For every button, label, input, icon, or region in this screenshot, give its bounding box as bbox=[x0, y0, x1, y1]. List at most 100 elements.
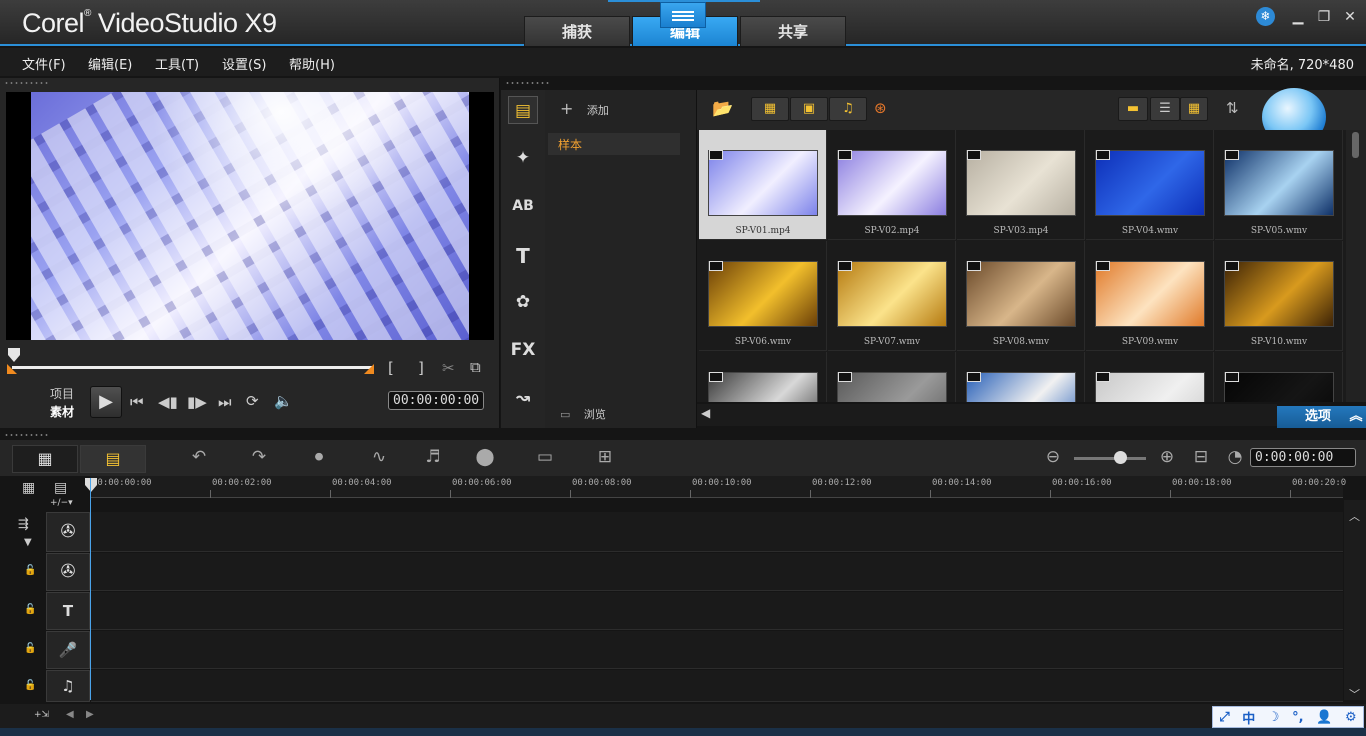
timeline-ruler[interactable]: 00:00:00:00 00:00:02:00 00:00:04:00 00:00:0… bbox=[90, 476, 1346, 498]
enlarge-preview-icon[interactable]: ⧉ bbox=[470, 358, 481, 376]
library-thumbnail[interactable]: SP-V06.wmv bbox=[699, 241, 827, 351]
storyboard-view-icon[interactable]: ▦ bbox=[12, 445, 78, 473]
clip-mode-label[interactable]: 素材 bbox=[50, 403, 74, 420]
library-thumbnail[interactable] bbox=[957, 352, 1085, 402]
mark-in-button[interactable]: [ bbox=[388, 359, 394, 377]
sort-icon[interactable]: ⇅ bbox=[1226, 99, 1239, 117]
library-thumbnail[interactable] bbox=[699, 352, 827, 402]
title-icon[interactable]: T bbox=[508, 242, 538, 270]
menu-file[interactable]: 文件(F) bbox=[22, 54, 66, 73]
graphic-icon[interactable]: ✿ bbox=[508, 288, 538, 316]
menu-help[interactable]: 帮助(H) bbox=[289, 54, 335, 73]
scrubber-track[interactable] bbox=[12, 366, 372, 369]
video-track-lane[interactable] bbox=[91, 512, 1343, 552]
add-content-icon[interactable]: ⊛ bbox=[874, 99, 887, 117]
library-hscrollbar[interactable]: ◀ bbox=[697, 404, 1277, 426]
mode-menu-icon[interactable] bbox=[660, 2, 706, 28]
panel-grip[interactable] bbox=[4, 433, 50, 437]
go-end-icon[interactable]: ⏭ bbox=[218, 393, 232, 411]
fit-project-icon[interactable]: ⊟ bbox=[1188, 447, 1214, 471]
path-icon[interactable]: ↝ bbox=[508, 384, 538, 412]
view-thumbnail-icon[interactable]: ▬ bbox=[1118, 97, 1148, 121]
show-photo-icon[interactable]: ▣ bbox=[790, 97, 828, 121]
title-track-lane[interactable] bbox=[91, 592, 1343, 630]
panel-grip[interactable] bbox=[4, 81, 50, 85]
ime-lang[interactable]: 中 bbox=[1242, 708, 1255, 727]
library-thumbnail[interactable]: SP-V01.mp4 bbox=[699, 130, 827, 240]
zoom-slider[interactable] bbox=[1074, 457, 1146, 460]
duration-icon[interactable]: ◔ bbox=[1222, 447, 1248, 471]
timeline-view-icon[interactable]: ▤ bbox=[80, 445, 146, 473]
browse-button[interactable]: ▭ 浏览 bbox=[560, 406, 606, 422]
transition-icon[interactable]: AB bbox=[508, 192, 538, 220]
lock-icon[interactable]: 🔓 bbox=[24, 643, 36, 654]
timeline-timecode[interactable]: 0:00:00:00 bbox=[1250, 448, 1356, 467]
timeline-scrollbar[interactable]: ︿ ﹀ bbox=[1344, 500, 1366, 701]
library-thumbnail[interactable]: SP-V09.wmv bbox=[1086, 241, 1214, 351]
next-frame-icon[interactable]: ▮▶ bbox=[187, 393, 207, 411]
prev-frame-icon[interactable]: ◀▮ bbox=[158, 393, 178, 411]
scroll-up-icon[interactable]: ︿ bbox=[1349, 508, 1360, 524]
filter-icon[interactable]: FX bbox=[508, 336, 538, 364]
ime-mode-icon[interactable]: ⤢ bbox=[1219, 710, 1229, 725]
go-start-icon[interactable]: ⏮ bbox=[130, 393, 144, 411]
add-remove-track-icon[interactable]: +/−▾ bbox=[50, 498, 73, 508]
library-thumbnail[interactable]: SP-V07.wmv bbox=[828, 241, 956, 351]
overlay-track-icon[interactable]: ✇ bbox=[46, 553, 90, 591]
multi-camera-icon[interactable]: ⊞ bbox=[592, 447, 618, 471]
subtitle-editor-icon[interactable]: ▭ bbox=[532, 447, 558, 471]
restore-icon[interactable]: ❐ bbox=[1314, 9, 1334, 25]
snowflake-icon[interactable]: ❄ bbox=[1256, 7, 1275, 26]
lock-icon[interactable]: 🔓 bbox=[24, 604, 36, 615]
gear-icon[interactable]: ⚙ bbox=[1345, 710, 1357, 725]
library-thumbnail[interactable]: SP-V03.mp4 bbox=[957, 130, 1085, 240]
chapter-point-icon[interactable]: ▤ bbox=[54, 480, 67, 496]
tab-share[interactable]: 共享 bbox=[740, 16, 846, 46]
mark-out-icon[interactable] bbox=[364, 364, 374, 374]
mark-out-button[interactable]: ] bbox=[418, 359, 424, 377]
panel-grip[interactable] bbox=[505, 81, 551, 85]
options-button[interactable]: 选项 ︽ bbox=[1277, 406, 1366, 428]
view-grid-icon[interactable]: ▦ bbox=[1180, 97, 1208, 121]
ripple-editing-icon[interactable]: ⇶ bbox=[18, 517, 29, 532]
player-timecode[interactable]: 00:00:00:00 bbox=[388, 391, 485, 410]
library-thumbnail[interactable] bbox=[1215, 352, 1343, 402]
lock-icon[interactable]: 🔓 bbox=[24, 565, 36, 576]
mark-in-icon[interactable] bbox=[7, 364, 17, 374]
instant-project-icon[interactable]: ✦ bbox=[508, 144, 538, 172]
library-thumbnail[interactable]: SP-V04.wmv bbox=[1086, 130, 1214, 240]
music-track-icon[interactable]: ♫ bbox=[46, 670, 90, 702]
zoom-in-icon[interactable]: ⊕ bbox=[1154, 447, 1180, 471]
user-icon[interactable]: 👤 bbox=[1316, 710, 1332, 725]
playhead-marker-icon[interactable] bbox=[85, 478, 97, 492]
view-list-icon[interactable]: ☰ bbox=[1150, 97, 1180, 121]
overlay-track-lane[interactable] bbox=[91, 553, 1343, 591]
folder-item-sample[interactable]: 样本 bbox=[548, 133, 680, 155]
library-thumbnail[interactable]: SP-V08.wmv bbox=[957, 241, 1085, 351]
import-folder-icon[interactable]: 📂 bbox=[712, 99, 733, 119]
lock-icon[interactable]: 🔓 bbox=[24, 680, 36, 691]
menu-edit[interactable]: 编辑(E) bbox=[88, 54, 132, 73]
minimize-icon[interactable]: ▁ bbox=[1288, 9, 1308, 25]
tab-capture[interactable]: 捕获 bbox=[524, 16, 630, 46]
punct-icon[interactable]: °, bbox=[1292, 710, 1303, 725]
show-video-icon[interactable]: ▦ bbox=[751, 97, 789, 121]
media-icon[interactable]: ▤ bbox=[508, 96, 538, 124]
show-audio-icon[interactable]: ♫ bbox=[829, 97, 867, 121]
voice-track-lane[interactable] bbox=[91, 631, 1343, 669]
track-manager-icon[interactable]: ▦ bbox=[22, 480, 35, 496]
zoom-slider-knob[interactable] bbox=[1114, 451, 1127, 464]
split-clip-icon[interactable]: ✂ bbox=[442, 359, 455, 377]
library-thumbnail[interactable]: SP-V05.wmv bbox=[1215, 130, 1343, 240]
scroll-left-icon[interactable]: ◀ bbox=[701, 406, 710, 420]
library-scrollbar[interactable] bbox=[1346, 130, 1366, 402]
music-track-lane[interactable] bbox=[91, 670, 1343, 702]
library-thumbnail[interactable]: SP-V02.mp4 bbox=[828, 130, 956, 240]
library-thumbnail[interactable]: SP-V10.wmv bbox=[1215, 241, 1343, 351]
play-button[interactable]: ▶ bbox=[90, 386, 122, 418]
auto-music-icon[interactable]: ♬ bbox=[420, 447, 446, 471]
library-thumbnail[interactable] bbox=[1086, 352, 1214, 402]
moon-icon[interactable]: ☽ bbox=[1268, 710, 1280, 725]
motion-tracking-icon[interactable]: ⬤ bbox=[472, 447, 498, 471]
add-folder-button[interactable]: + 添加 bbox=[560, 99, 609, 118]
